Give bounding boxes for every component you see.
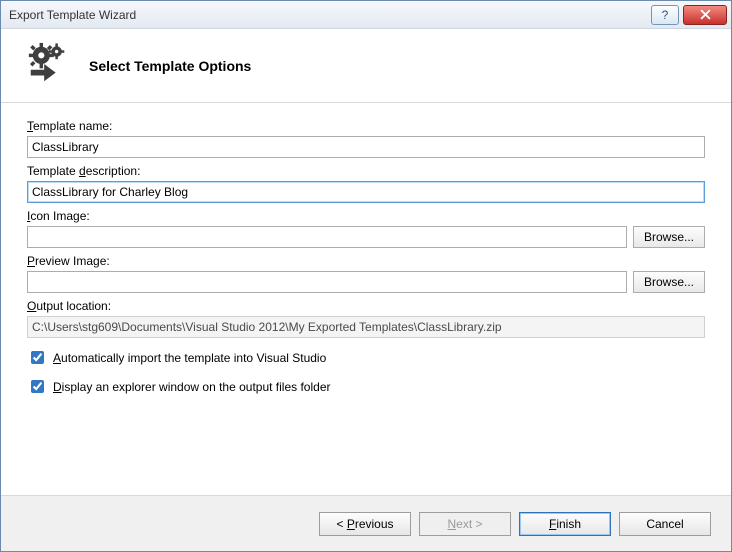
icon-browse-button[interactable]: Browse...	[633, 226, 705, 248]
preview-image-field: Preview Image: Browse...	[27, 254, 705, 293]
output-location-label: Output location:	[27, 299, 705, 313]
display-explorer-checkbox[interactable]	[31, 380, 44, 393]
wizard-header: Select Template Options	[1, 29, 731, 103]
help-button[interactable]: ?	[651, 5, 679, 25]
close-icon	[700, 9, 711, 20]
titlebar: Export Template Wizard ?	[1, 1, 731, 29]
template-description-field: Template description:	[27, 164, 705, 203]
auto-import-row: Automatically import the template into V…	[27, 348, 705, 367]
output-location-input	[27, 316, 705, 338]
template-description-label: Template description:	[27, 164, 705, 178]
header-title: Select Template Options	[89, 58, 251, 74]
template-name-label: Template name:	[27, 119, 705, 133]
auto-import-checkbox[interactable]	[31, 351, 44, 364]
export-template-wizard-dialog: Export Template Wizard ?	[0, 0, 732, 552]
output-location-field: Output location:	[27, 299, 705, 338]
cancel-button[interactable]: Cancel	[619, 512, 711, 536]
preview-image-input[interactable]	[27, 271, 627, 293]
finish-button[interactable]: Finish	[519, 512, 611, 536]
wizard-content: Template name: Template description: Ico…	[1, 103, 731, 495]
preview-browse-button[interactable]: Browse...	[633, 271, 705, 293]
template-description-input[interactable]	[27, 181, 705, 203]
template-name-field: Template name:	[27, 119, 705, 158]
icon-image-input[interactable]	[27, 226, 627, 248]
display-explorer-row: Display an explorer window on the output…	[27, 377, 705, 396]
window-title: Export Template Wizard	[9, 8, 651, 22]
wizard-button-bar: < Previous Next > Finish Cancel	[1, 495, 731, 551]
previous-button[interactable]: < Previous	[319, 512, 411, 536]
close-button[interactable]	[683, 5, 727, 25]
gear-export-icon	[25, 41, 71, 90]
template-name-input[interactable]	[27, 136, 705, 158]
icon-image-label: Icon Image:	[27, 209, 705, 223]
next-button: Next >	[419, 512, 511, 536]
display-explorer-label[interactable]: Display an explorer window on the output…	[53, 380, 331, 394]
preview-image-label: Preview Image:	[27, 254, 705, 268]
auto-import-label[interactable]: Automatically import the template into V…	[53, 351, 326, 365]
icon-image-field: Icon Image: Browse...	[27, 209, 705, 248]
